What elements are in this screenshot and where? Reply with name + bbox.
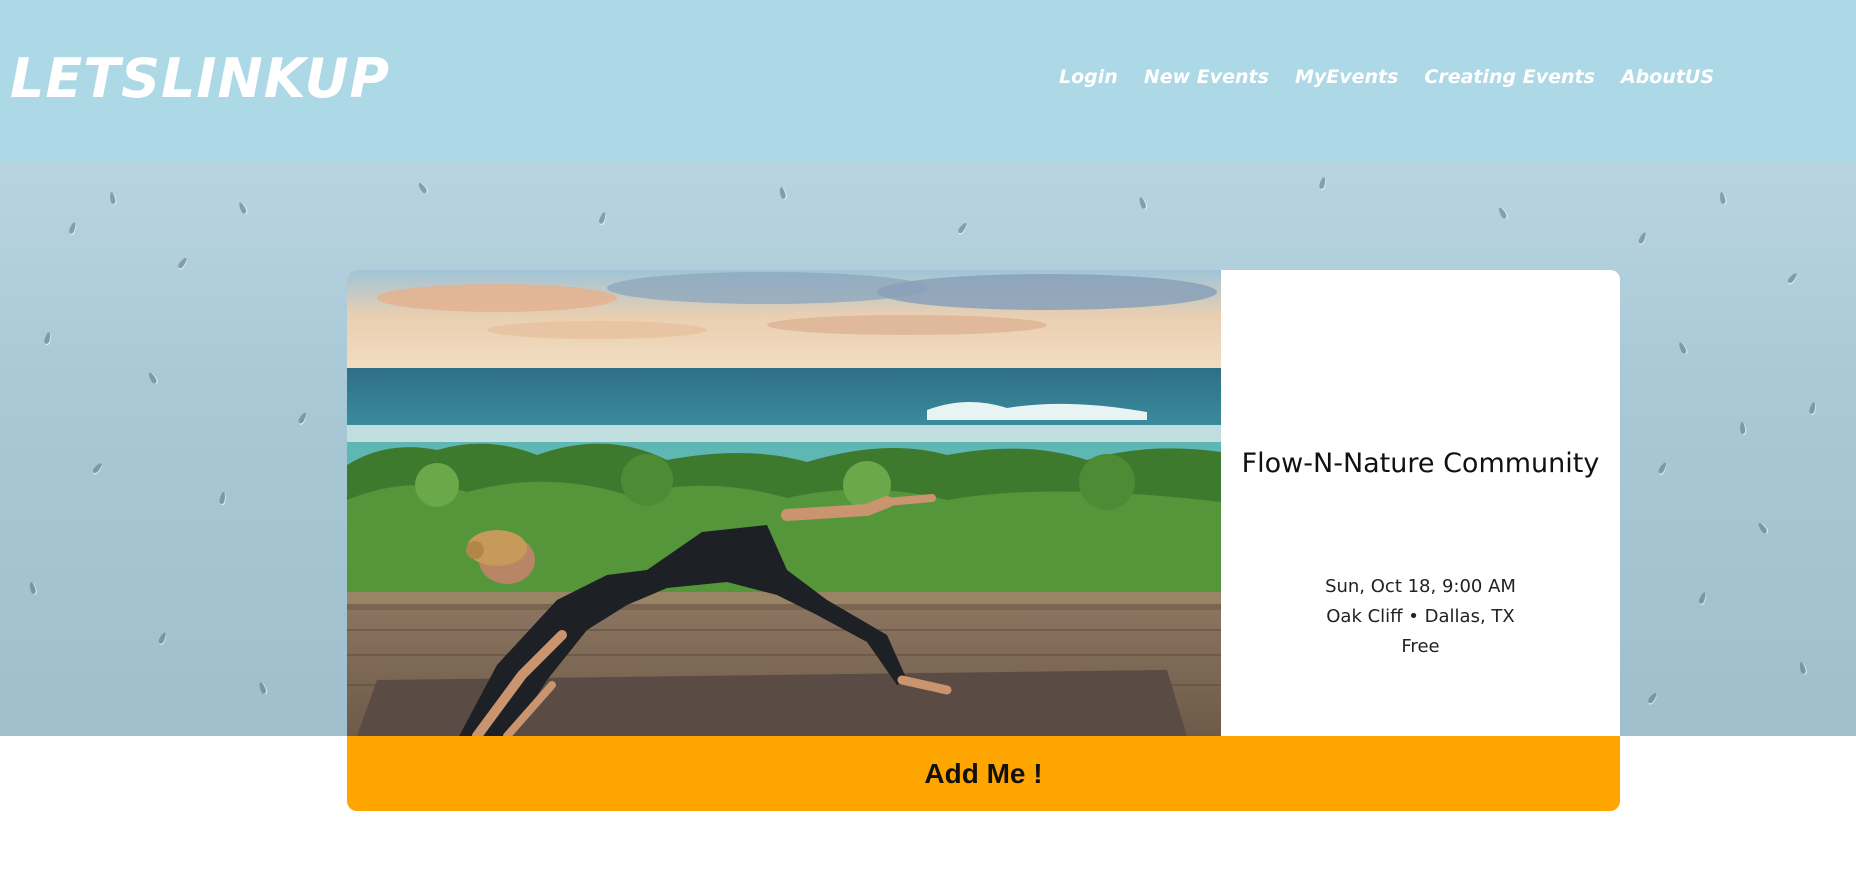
yoga-beach-image bbox=[347, 270, 1221, 736]
event-card: Flow-N-Nature Community Sun, Oct 18, 9:0… bbox=[347, 270, 1620, 811]
event-photo bbox=[347, 270, 1221, 736]
add-me-button[interactable]: Add Me ! bbox=[347, 736, 1620, 811]
event-location: Oak Cliff • Dallas, TX bbox=[1326, 606, 1515, 627]
site-header: LETSLINKUP Login New Events MyEvents Cre… bbox=[0, 0, 1856, 162]
event-meta: Sun, Oct 18, 9:00 AM Oak Cliff • Dallas,… bbox=[1221, 572, 1620, 662]
event-datetime: Sun, Oct 18, 9:00 AM bbox=[1325, 576, 1516, 597]
nav-about-us-link[interactable]: AboutUS bbox=[1621, 63, 1714, 91]
event-info-panel: Flow-N-Nature Community Sun, Oct 18, 9:0… bbox=[1221, 270, 1620, 736]
nav-login-link[interactable]: Login bbox=[1059, 63, 1118, 91]
nav-my-events-link[interactable]: MyEvents bbox=[1295, 63, 1398, 91]
event-title: Flow-N-Nature Community bbox=[1241, 448, 1600, 479]
main-nav: Login New Events MyEvents Creating Event… bbox=[1059, 63, 1714, 91]
site-logo[interactable]: LETSLINKUP bbox=[10, 44, 390, 114]
nav-new-events-link[interactable]: New Events bbox=[1144, 63, 1269, 91]
nav-creating-events-link[interactable]: Creating Events bbox=[1424, 63, 1595, 91]
event-price: Free bbox=[1401, 636, 1440, 657]
